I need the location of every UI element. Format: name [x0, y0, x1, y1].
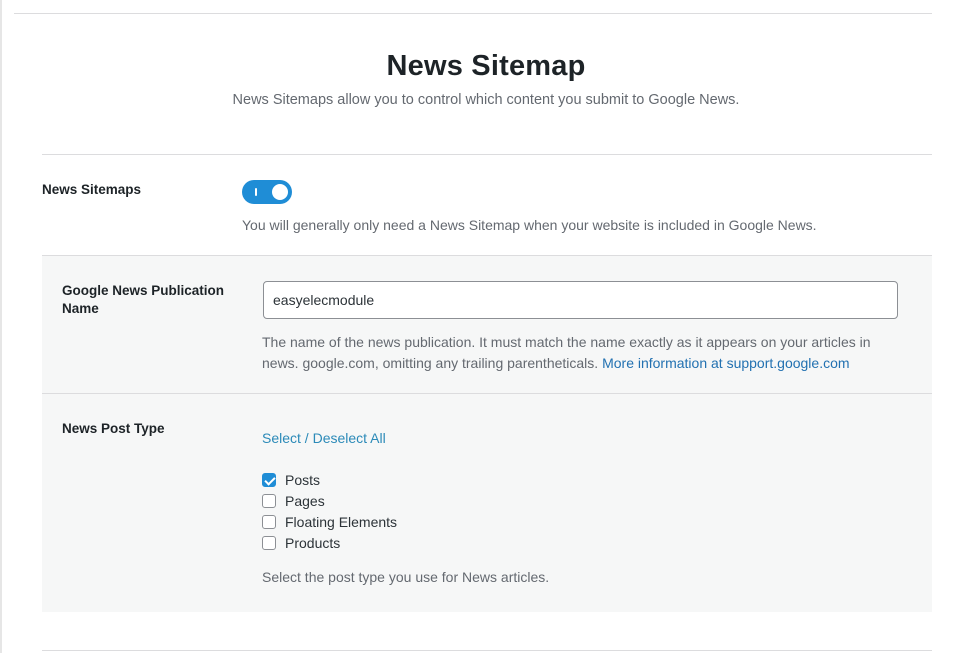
post-type-option-floating-elements[interactable]: Floating Elements: [262, 513, 397, 531]
bottom-divider: [42, 650, 932, 651]
page-subtitle: News Sitemaps allow you to control which…: [232, 92, 740, 108]
post-type-option-pages[interactable]: Pages: [262, 492, 325, 510]
more-information-link[interactable]: More information at support.google.com: [602, 355, 849, 371]
post-type-option-posts[interactable]: Posts: [262, 471, 320, 489]
posts-checkbox-label: Posts: [285, 472, 321, 488]
page-title: News Sitemap: [386, 50, 586, 82]
news-post-type-label: News Post Type: [62, 421, 165, 436]
pages-checkbox[interactable]: [262, 494, 276, 508]
divider: [42, 154, 932, 155]
post-type-option-products[interactable]: Products: [262, 534, 340, 552]
products-checkbox-label: Products: [285, 535, 341, 551]
news-sitemaps-description: You will generally only need a News Site…: [242, 217, 817, 233]
publication-name-input[interactable]: [263, 281, 898, 319]
news-sitemaps-label: News Sitemaps: [42, 182, 142, 197]
news-sitemaps-toggle[interactable]: [242, 180, 292, 204]
publication-description: The name of the news publication. It mus…: [262, 332, 902, 374]
select-deselect-all-link[interactable]: Select / Deselect All: [262, 430, 386, 446]
top-divider: [14, 13, 932, 14]
toggle-on-indicator: [255, 188, 257, 196]
section-header: News Sitemap News Sitemaps allow you to …: [0, 50, 972, 108]
toggle-knob: [272, 184, 288, 200]
pages-checkbox-label: Pages: [285, 493, 325, 509]
publication-name-label: Google News Publication Name: [62, 283, 225, 316]
products-checkbox[interactable]: [262, 536, 276, 550]
floating-elements-checkbox[interactable]: [262, 515, 276, 529]
post-type-description: Select the post type you use for News ar…: [262, 569, 550, 585]
floating-elements-checkbox-label: Floating Elements: [285, 514, 398, 530]
posts-checkbox[interactable]: [262, 473, 276, 487]
